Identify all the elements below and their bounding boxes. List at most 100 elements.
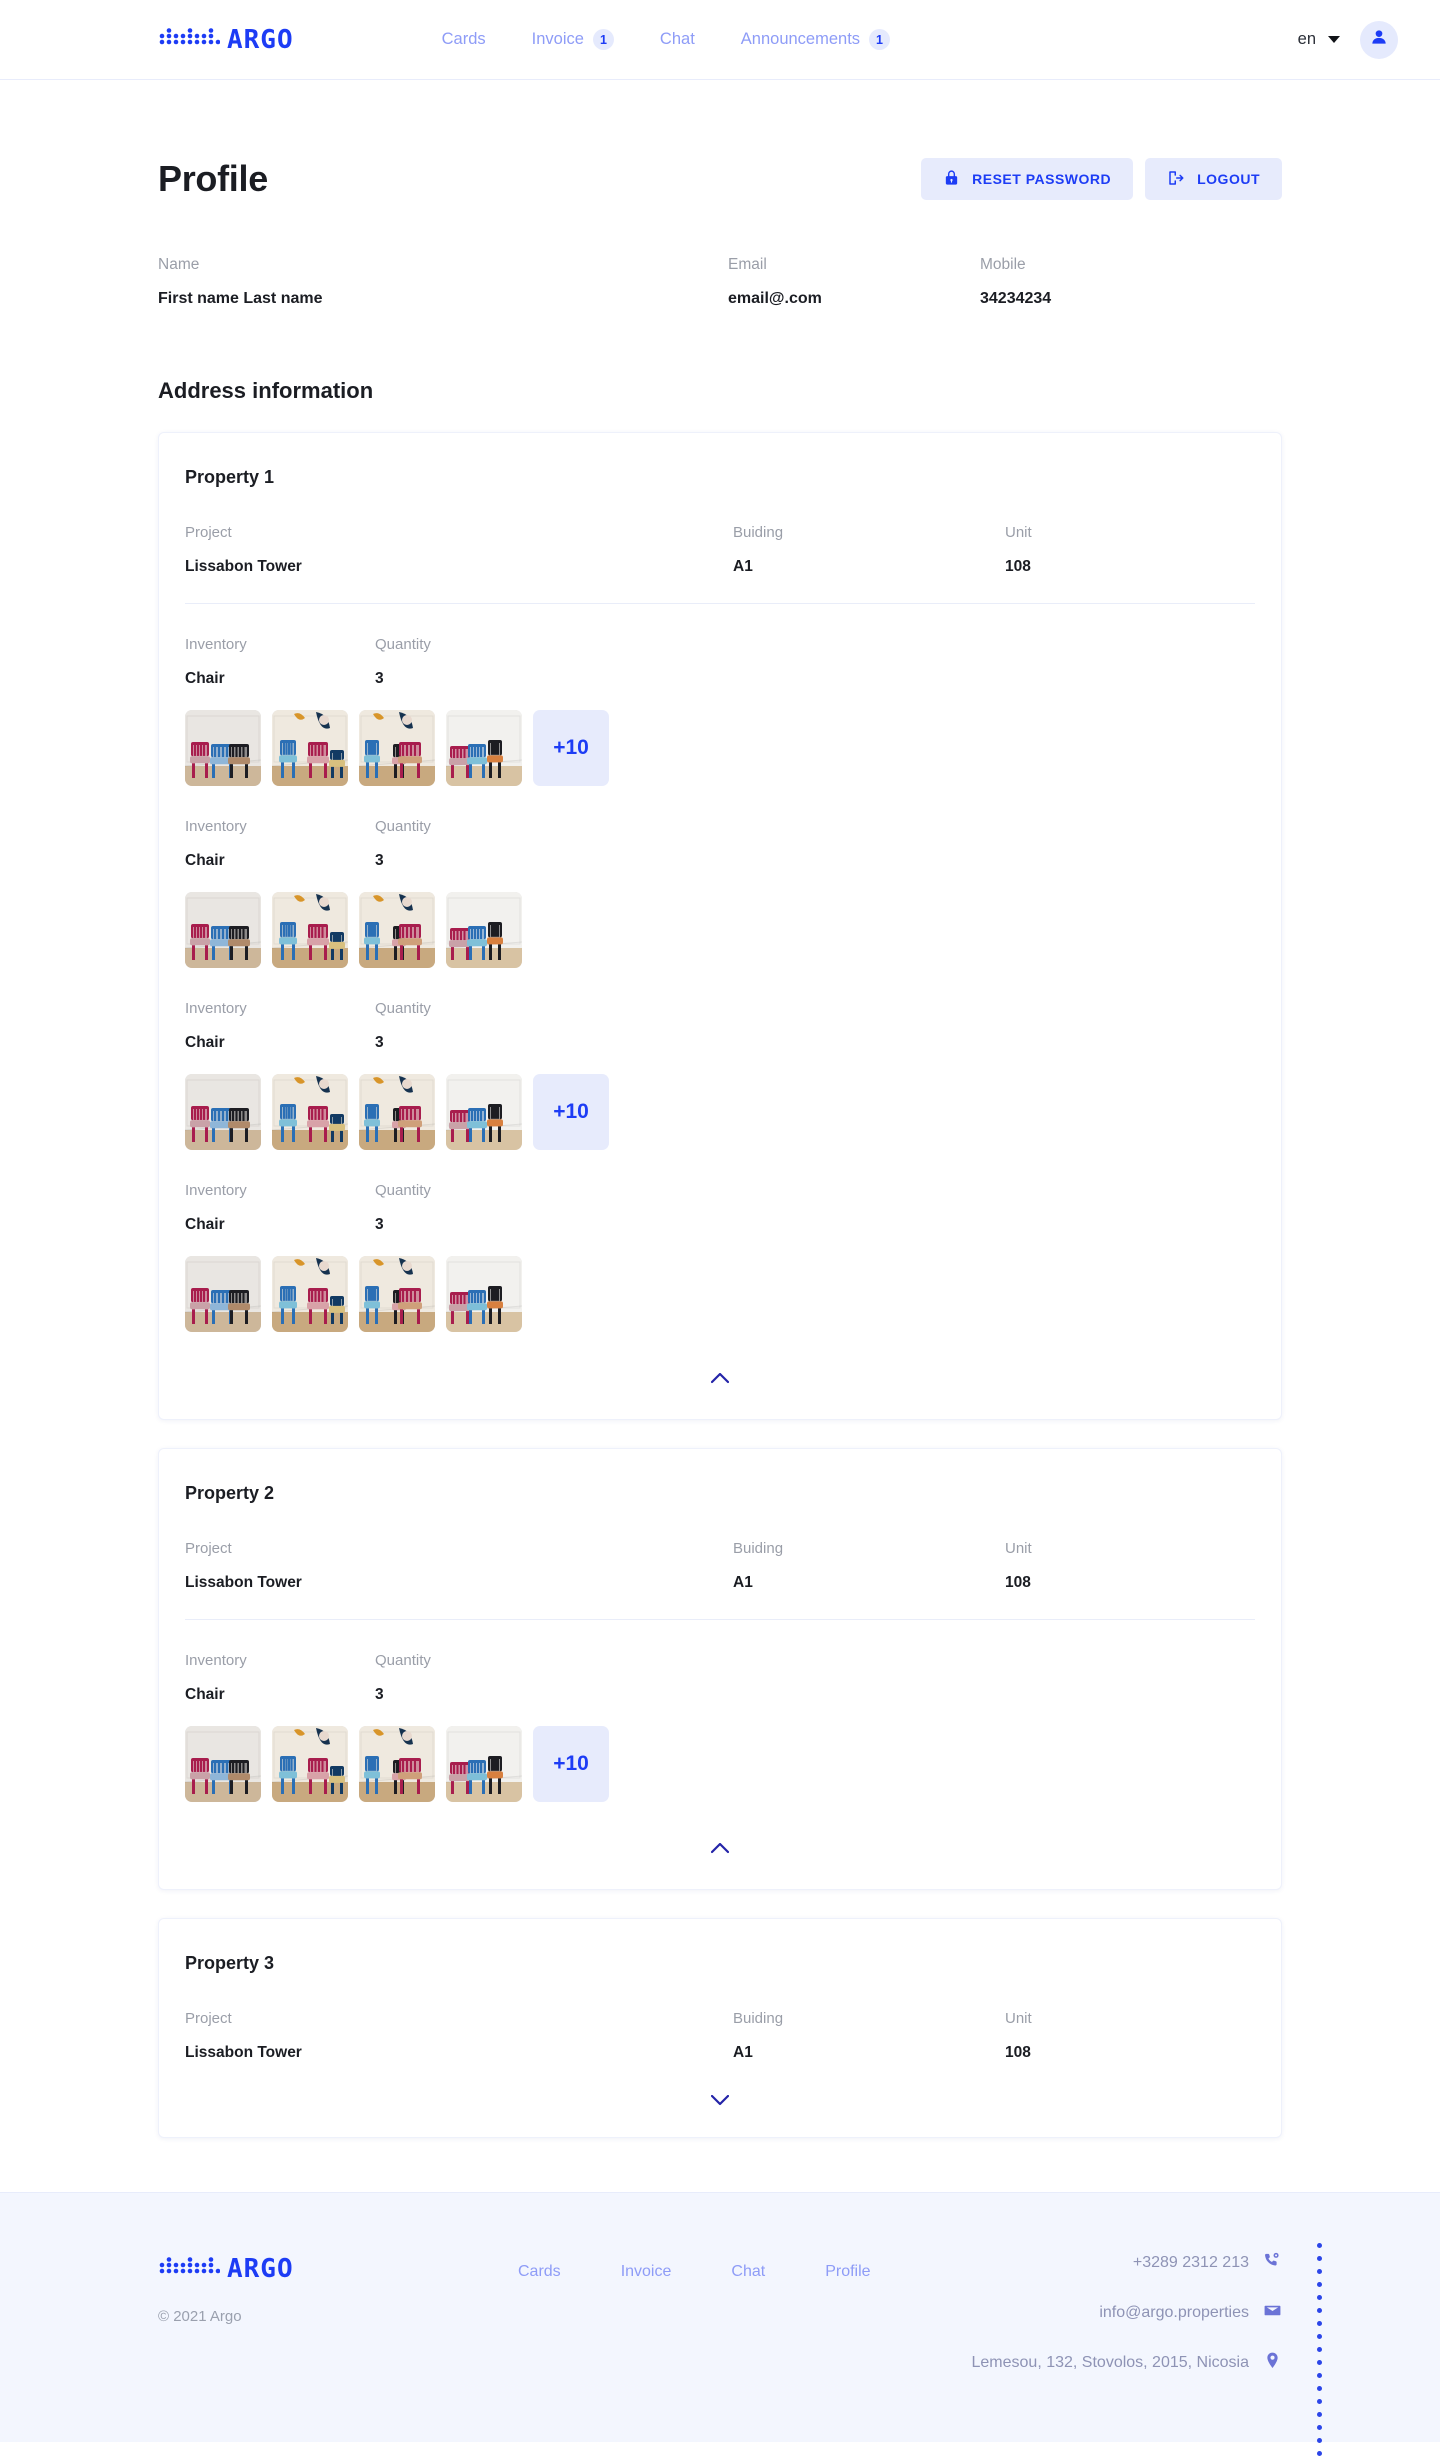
inventory-thumbnail[interactable] [185, 1726, 261, 1802]
more-photos-badge[interactable]: +10 [533, 710, 609, 786]
property-unit: Unit 108 [1005, 1540, 1245, 1592]
collapse-card-button[interactable] [695, 1366, 745, 1393]
footer-link-chat[interactable]: Chat [731, 2263, 765, 2325]
inventory-block: Inventory Chair Quantity 3 [185, 818, 733, 968]
project-value: Lissabon Tower [185, 558, 302, 575]
inventory-name: Chair [185, 1686, 225, 1703]
property-card-list: Property 1 Project Lissabon Tower Buidin… [158, 432, 1282, 2138]
inventory-block: Inventory Chair Quantity 3 [185, 1652, 733, 1802]
inventory-thumbnail[interactable] [446, 1074, 522, 1150]
inventory-thumbnail[interactable] [272, 1256, 348, 1332]
header-right-controls: en [1298, 20, 1398, 59]
collapse-card-button[interactable] [695, 1836, 745, 1863]
inventory-thumbnail[interactable] [185, 1256, 261, 1332]
property-card: Property 2 Project Lissabon Tower Buidin… [158, 1448, 1282, 1890]
property-project: Project Lissabon Tower [185, 1540, 733, 1592]
inventory-thumbnail[interactable] [272, 710, 348, 786]
building-value: A1 [733, 558, 753, 575]
argo-dots-logo-icon [158, 26, 221, 53]
unit-label: Unit [1005, 2010, 1032, 2027]
building-value: A1 [733, 1574, 753, 1591]
contact-text: +3289 2312 213 [1132, 2254, 1249, 2271]
footer-logo[interactable]: ARGO [158, 2255, 518, 2282]
inventory-thumbnail[interactable] [359, 710, 435, 786]
reset-password-button[interactable]: RESET PASSWORD [921, 158, 1134, 200]
unit-value: 108 [1005, 558, 1031, 575]
inventory-label: Inventory [185, 818, 247, 835]
nav-item-invoice[interactable]: Invoice 1 [532, 29, 614, 50]
quantity-value: 3 [375, 1686, 384, 1703]
inventory-label: Inventory [185, 1652, 247, 1669]
inventory-thumbnail[interactable] [359, 892, 435, 968]
footer-links: Cards Invoice Chat Profile [518, 2255, 871, 2325]
inventory-thumbnail[interactable] [272, 1726, 348, 1802]
avatar[interactable] [1360, 20, 1398, 59]
property-building: Buiding A1 [733, 2010, 1005, 2062]
language-value: en [1297, 30, 1316, 48]
field-value: email@.com [728, 290, 822, 307]
property-title: Property 2 [185, 1483, 275, 1503]
inventory-thumbnail[interactable] [185, 710, 261, 786]
page-actions: RESET PASSWORD LOGOUT [921, 158, 1282, 200]
unit-label: Unit [1005, 1540, 1032, 1557]
inventory-thumbnail[interactable] [359, 1726, 435, 1802]
footer-contact-address[interactable]: Lemesou, 132, Stovolos, 2015, Nicosia [972, 2351, 1283, 2375]
inventory-thumbnail[interactable] [446, 892, 522, 968]
quantity-value: 3 [375, 670, 384, 687]
location-pin-icon [1263, 2351, 1282, 2375]
property-project: Project Lissabon Tower [185, 524, 733, 576]
header-logo[interactable]: ARGO [158, 26, 294, 53]
inventory-thumbnail[interactable] [446, 1256, 522, 1332]
more-photos-badge[interactable]: +10 [533, 1074, 609, 1150]
footer-contact-email[interactable]: info@argo.properties [1099, 2301, 1282, 2325]
page-content: Profile RESET PASSWORD LOGOUT Name First… [0, 80, 1440, 2192]
unit-value: 108 [1005, 2044, 1031, 2061]
footer-link-profile[interactable]: Profile [825, 2263, 870, 2325]
property-unit: Unit 108 [1005, 524, 1245, 576]
more-photos-badge[interactable]: +10 [533, 1726, 609, 1802]
inventory-thumbnail[interactable] [359, 1074, 435, 1150]
inventory-thumbnails [185, 892, 733, 968]
inventory-name: Chair [185, 852, 225, 869]
property-building: Buiding A1 [733, 524, 1005, 576]
inventory-thumbnail[interactable] [272, 892, 348, 968]
nav-badge-invoice: 1 [592, 29, 614, 50]
nav-item-announcements[interactable]: Announcements 1 [741, 29, 891, 50]
building-label: Buiding [733, 2010, 784, 2027]
lock-icon [943, 169, 960, 189]
nav-item-chat[interactable]: Chat [660, 30, 695, 49]
inventory-thumbnail[interactable] [446, 1726, 522, 1802]
project-label: Project [185, 1540, 232, 1557]
contact-text: Lemesou, 132, Stovolos, 2015, Nicosia [971, 2354, 1250, 2371]
inventory-thumbnail[interactable] [272, 1074, 348, 1150]
inventory-block: Inventory Chair Quantity 3 [185, 1182, 733, 1332]
property-card: Property 3 Project Lissabon Tower Buidin… [158, 1918, 1282, 2138]
footer-dotted-divider [1317, 2243, 1322, 2456]
inventory-thumbnail[interactable] [185, 1074, 261, 1150]
phone-icon [1263, 2251, 1282, 2275]
footer-link-invoice[interactable]: Invoice [621, 2263, 672, 2325]
nav-item-cards[interactable]: Cards [442, 30, 486, 49]
project-label: Project [185, 2010, 232, 2027]
contact-text: info@argo.properties [1099, 2304, 1249, 2321]
inventory-label: Inventory [185, 1000, 247, 1017]
inventory-thumbnail[interactable] [446, 710, 522, 786]
inventory-name: Chair [185, 1216, 225, 1233]
expand-card-button[interactable] [695, 2088, 745, 2115]
button-label: LOGOUT [1197, 171, 1260, 187]
inventory-thumbnail[interactable] [359, 1256, 435, 1332]
nav-label: Chat [659, 30, 695, 48]
building-label: Buiding [733, 1540, 784, 1557]
inventory-thumbnail[interactable] [185, 892, 261, 968]
property-details: Project Lissabon Tower Buiding A1 Unit 1… [185, 1540, 1255, 1592]
nav-label: Cards [441, 30, 486, 48]
building-value: A1 [733, 2044, 753, 2061]
footer-contacts: +3289 2312 213 info@argo.properties Leme… [972, 2251, 1283, 2375]
logout-button[interactable]: LOGOUT [1145, 158, 1282, 200]
unit-label: Unit [1005, 524, 1032, 541]
footer-link-cards[interactable]: Cards [518, 2263, 561, 2325]
language-selector[interactable]: en [1298, 30, 1340, 49]
footer-contact-phone[interactable]: +3289 2312 213 [1133, 2251, 1282, 2275]
button-label: RESET PASSWORD [972, 171, 1112, 187]
profile-fields: Name First name Last name Email email@.c… [158, 256, 1282, 308]
